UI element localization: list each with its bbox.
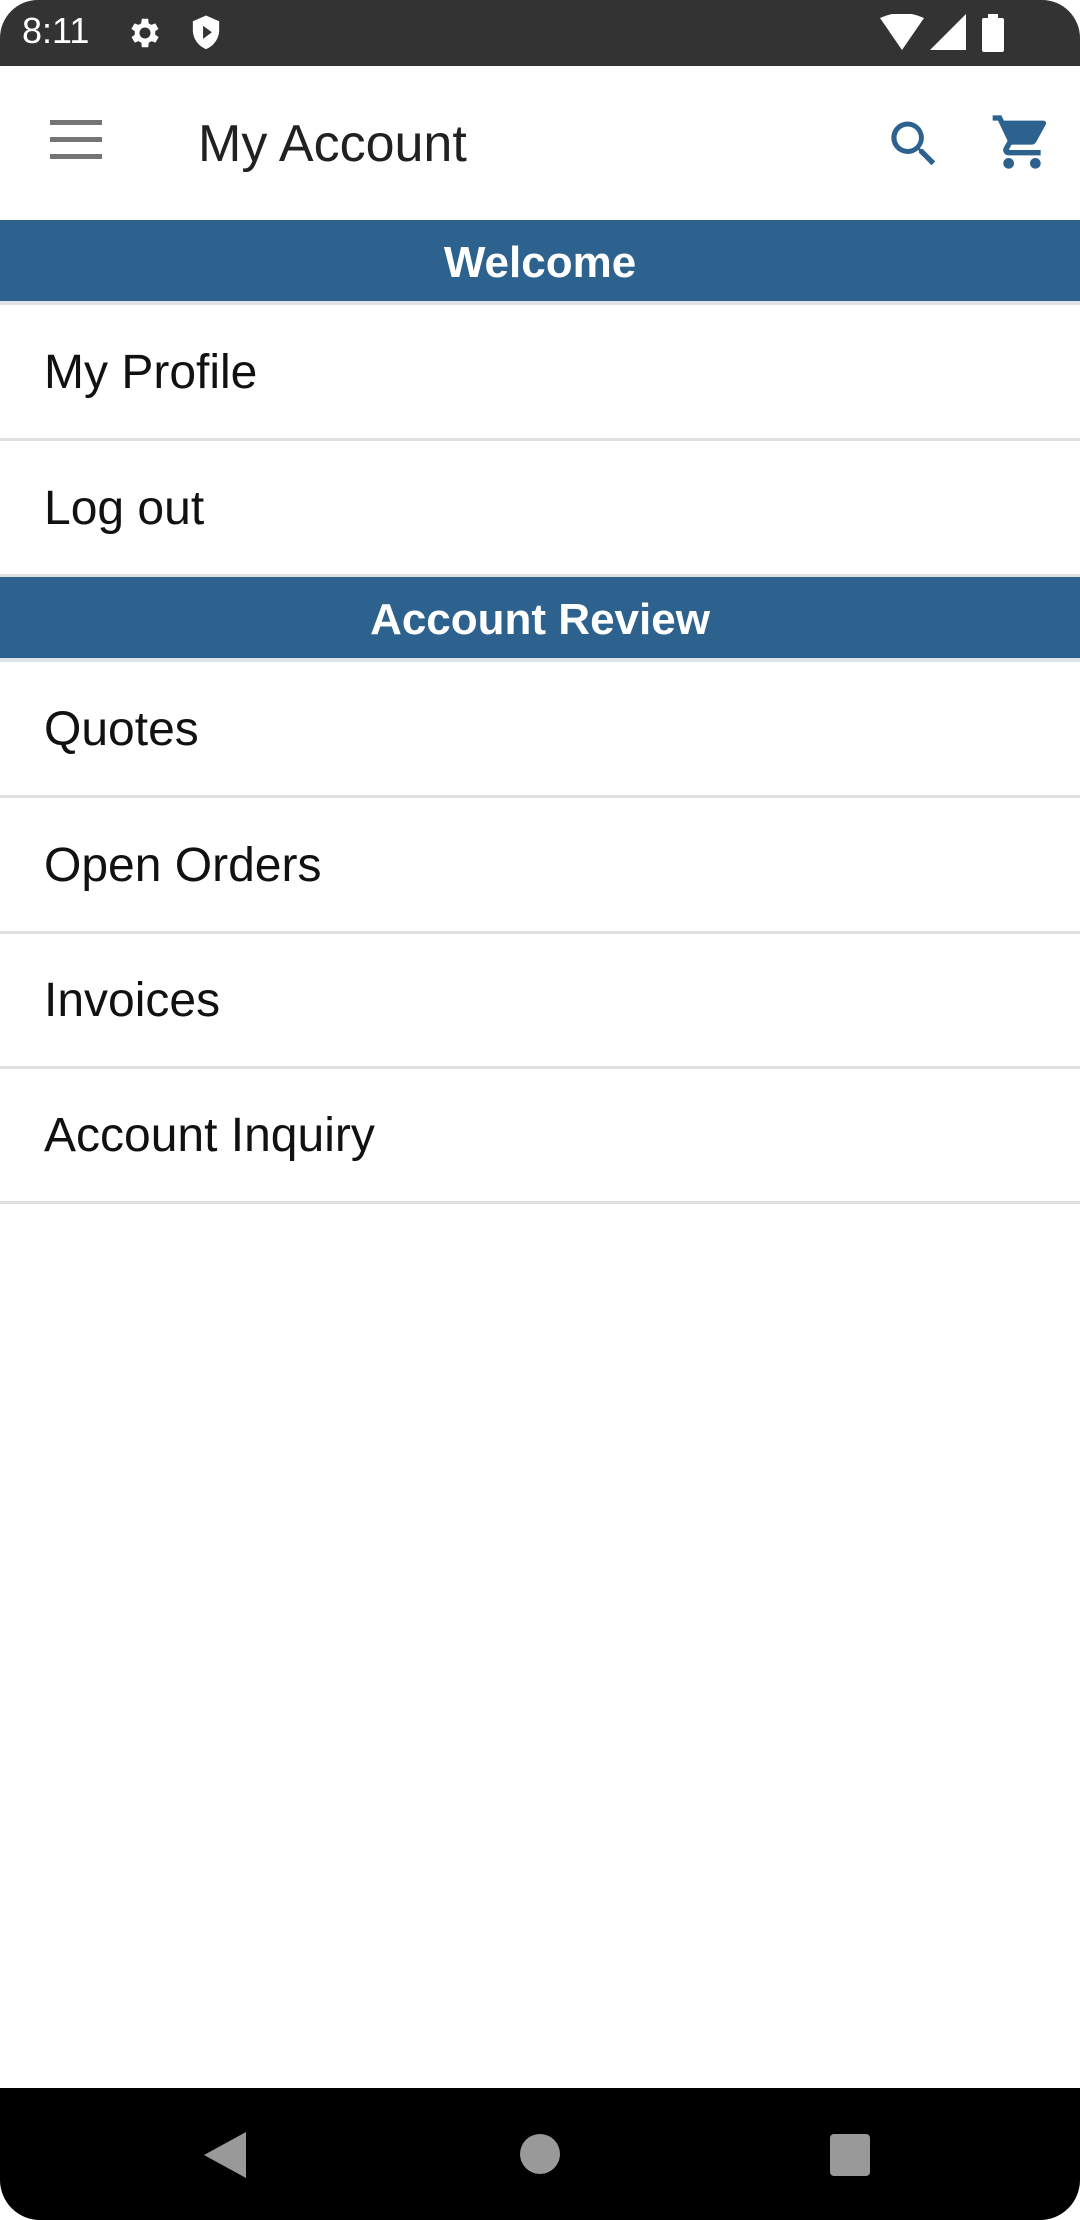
- menu-button[interactable]: [46, 120, 106, 164]
- section-header-welcome: Welcome: [0, 220, 1080, 305]
- menu-item-quotes[interactable]: Quotes: [0, 662, 1080, 798]
- app-toolbar: My Account: [0, 66, 1080, 220]
- recents-icon[interactable]: [830, 2134, 870, 2176]
- status-time: 8:11: [22, 10, 90, 51]
- status-bar: 8:11: [0, 0, 1080, 66]
- menu-item-open-orders[interactable]: Open Orders: [0, 798, 1080, 934]
- menu-item-label: Invoices: [44, 974, 221, 1027]
- shopping-cart-icon: [992, 115, 1047, 169]
- system-nav-bar: [0, 2088, 1080, 2220]
- home-icon[interactable]: [520, 2134, 560, 2174]
- settings-icon: [131, 18, 159, 48]
- menu-item-log-out[interactable]: Log out: [0, 441, 1080, 577]
- menu-item-account-inquiry[interactable]: Account Inquiry: [0, 1068, 1080, 1204]
- menu-item-label: My Profile: [44, 346, 258, 399]
- menu-item-invoices[interactable]: Invoices: [0, 933, 1080, 1069]
- menu-item-label: Quotes: [44, 703, 199, 756]
- menu-item-label: Log out: [44, 482, 205, 535]
- back-icon[interactable]: [204, 2132, 248, 2178]
- shield-play-icon: [192, 15, 220, 50]
- menu-item-label: Open Orders: [44, 839, 322, 892]
- wifi-icon: [880, 14, 924, 50]
- menu-item-my-profile[interactable]: My Profile: [0, 305, 1080, 441]
- battery-icon: [982, 14, 1004, 52]
- search-button[interactable]: [884, 114, 944, 174]
- section-header-account-review: Account Review: [0, 577, 1080, 662]
- page-title: My Account: [198, 115, 467, 173]
- menu-item-label: Account Inquiry: [44, 1109, 375, 1162]
- cart-button[interactable]: [990, 110, 1054, 174]
- signal-icon: [930, 14, 966, 50]
- search-icon: [891, 121, 936, 166]
